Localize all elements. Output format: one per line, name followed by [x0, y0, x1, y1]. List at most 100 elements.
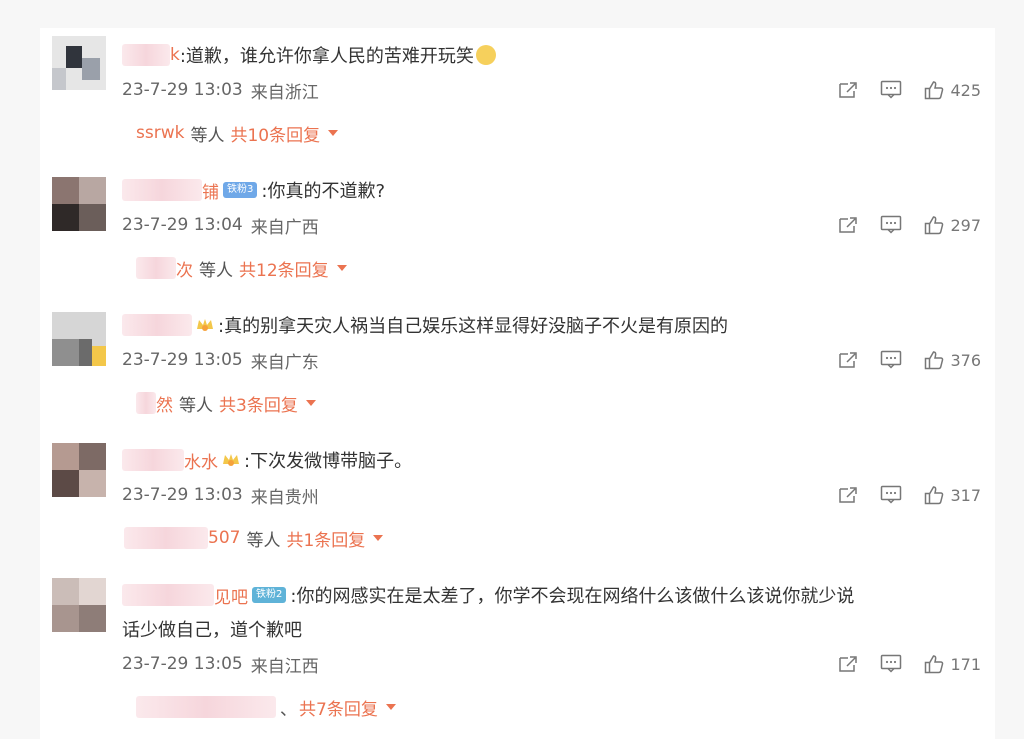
username-redacted[interactable] — [122, 314, 192, 336]
comment-text: :你真的不道歉? — [261, 181, 385, 202]
like-button[interactable]: 376 — [924, 350, 981, 370]
avatar[interactable] — [52, 312, 106, 366]
reply-expand-caret-icon[interactable] — [385, 704, 396, 710]
comment-button[interactable] — [880, 350, 902, 370]
share-icon — [839, 217, 858, 233]
reply-expand-caret-icon[interactable] — [336, 265, 347, 271]
reply-etc: 、 — [280, 699, 297, 720]
comment-location: 来自广东 — [250, 352, 319, 373]
comment-icon — [881, 215, 902, 234]
username-redacted[interactable] — [122, 449, 184, 471]
comment-icon — [881, 80, 902, 99]
username-redacted[interactable] — [122, 584, 214, 606]
username-redacted[interactable] — [122, 179, 202, 201]
share-icon — [839, 352, 858, 368]
comment-time: 23-7-29 13:05 — [122, 654, 243, 674]
reply-etc: 等人 — [199, 260, 233, 281]
comment-button[interactable] — [880, 654, 902, 674]
reply-users-redacted[interactable] — [124, 527, 208, 549]
share-icon — [839, 656, 858, 672]
comment-icon — [881, 654, 902, 673]
avatar[interactable] — [52, 36, 106, 90]
emoji-icon — [475, 45, 496, 65]
comment-time: 23-7-29 13:04 — [122, 215, 243, 235]
reply-users[interactable]: 然 — [156, 391, 173, 416]
comment-location: 来自贵州 — [250, 487, 319, 508]
like-button[interactable]: 317 — [924, 485, 981, 505]
reply-users-redacted[interactable] — [136, 696, 276, 718]
comment-item: :真的别拿天灾人祸当自己娱乐这样显得好没脑子不火是有原因的 23-7-29 13… — [40, 298, 995, 428]
comment-time: 23-7-29 13:05 — [122, 350, 243, 370]
reply-etc: 等人 — [179, 395, 213, 416]
like-icon — [925, 216, 944, 235]
comment-text: :下次发微博带脑子。 — [244, 451, 413, 472]
like-icon — [925, 655, 944, 674]
comment-list: k :道歉，谁允许你拿人民的苦难开玩笑 23-7-29 13:03 来自浙江 4… — [40, 28, 995, 739]
comment-location: 来自广西 — [250, 217, 319, 238]
reply-users[interactable]: 次 — [176, 256, 193, 281]
comment-text-continued: 话少做自己，道个歉吧 — [122, 620, 302, 641]
like-count: 376 — [950, 350, 981, 370]
comment-button[interactable] — [880, 485, 902, 505]
crown-badge-icon — [222, 452, 240, 468]
reply-summary[interactable]: ssrwk 等人 共10条回复 — [136, 120, 339, 146]
username[interactable]: 见吧 — [214, 583, 248, 608]
reply-count[interactable]: 共10条回复 — [230, 121, 320, 146]
like-count: 317 — [950, 485, 981, 505]
share-button[interactable] — [838, 486, 858, 504]
reply-expand-caret-icon[interactable] — [328, 130, 339, 136]
crown-badge-icon — [196, 317, 214, 333]
comment-text: :真的别拿天灾人祸当自己娱乐这样显得好没脑子不火是有原因的 — [218, 316, 729, 337]
share-button[interactable] — [838, 216, 858, 234]
reply-summary[interactable]: 然 等人 共3条回复 — [136, 390, 316, 416]
reply-etc: 等人 — [246, 530, 281, 551]
reply-summary[interactable]: 次 等人 共12条回复 — [136, 255, 347, 281]
reply-users-redacted[interactable] — [136, 257, 176, 279]
comment-location: 来自江西 — [250, 656, 319, 677]
reply-etc: 等人 — [190, 125, 225, 146]
like-count: 297 — [950, 215, 981, 235]
like-button[interactable]: 297 — [924, 215, 981, 235]
reply-users[interactable]: ssrwk — [136, 123, 184, 143]
username[interactable]: 铺 — [202, 178, 219, 203]
like-count: 171 — [950, 654, 981, 674]
like-button[interactable]: 171 — [924, 654, 981, 674]
comment-button[interactable] — [880, 215, 902, 235]
reply-summary[interactable]: 507 等人 共1条回复 — [124, 525, 384, 551]
like-button[interactable]: 425 — [924, 80, 981, 100]
share-button[interactable] — [838, 655, 858, 673]
reply-summary[interactable]: 、 共7条回复 — [136, 694, 396, 720]
avatar[interactable] — [52, 177, 106, 231]
comment-icon — [881, 350, 902, 369]
fan-badge: 铁粉3 — [223, 182, 258, 198]
reply-users-redacted[interactable] — [136, 392, 156, 414]
comment-item: 水水 :下次发微博带脑子。 23-7-29 13:03 来自贵州 317 507… — [40, 433, 995, 563]
share-icon — [839, 487, 858, 503]
username[interactable]: 水水 — [184, 448, 218, 473]
reply-expand-caret-icon[interactable] — [373, 535, 384, 541]
avatar[interactable] — [52, 443, 106, 497]
fan-badge: 铁粉2 — [252, 587, 287, 603]
like-icon — [925, 81, 944, 100]
username-redacted[interactable] — [122, 44, 170, 66]
comment-item: 见吧 铁粉2 :你的网感实在是太差了，你学不会现在网络什么该做什么该说你就少说 … — [40, 568, 995, 739]
comment-item: k :道歉，谁允许你拿人民的苦难开玩笑 23-7-29 13:03 来自浙江 4… — [40, 28, 995, 158]
comment-time: 23-7-29 13:03 — [122, 80, 243, 100]
share-icon — [839, 82, 858, 98]
reply-count[interactable]: 共7条回复 — [299, 695, 378, 720]
avatar[interactable] — [52, 578, 106, 632]
comment-location: 来自浙江 — [250, 82, 319, 103]
share-button[interactable] — [838, 351, 858, 369]
comment-button[interactable] — [880, 80, 902, 100]
like-count: 425 — [950, 80, 981, 100]
comment-text: :道歉，谁允许你拿人民的苦难开玩笑 — [179, 46, 474, 67]
reply-expand-caret-icon[interactable] — [305, 400, 316, 406]
comment-icon — [881, 485, 902, 504]
reply-count[interactable]: 共1条回复 — [286, 526, 365, 551]
reply-count[interactable]: 共12条回复 — [239, 256, 329, 281]
username[interactable]: k — [170, 45, 180, 65]
share-button[interactable] — [838, 81, 858, 99]
like-icon — [925, 351, 944, 370]
reply-users[interactable]: 507 — [208, 528, 240, 548]
reply-count[interactable]: 共3条回复 — [219, 391, 298, 416]
